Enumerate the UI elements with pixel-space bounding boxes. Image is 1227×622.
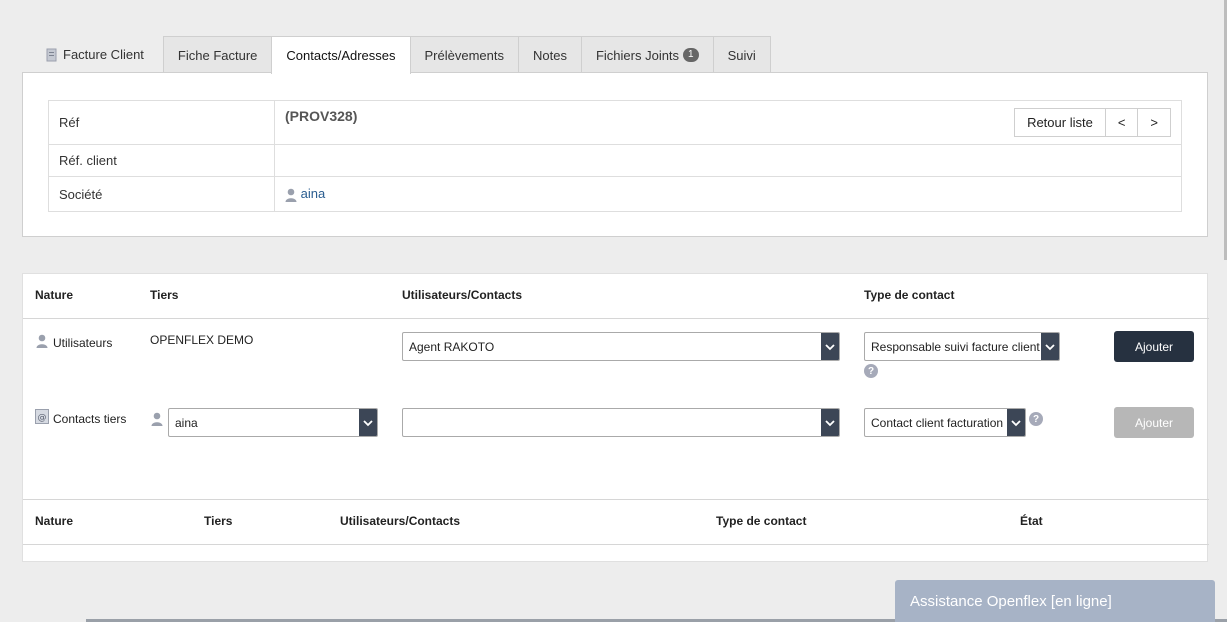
tab-bar: Facture Client Fiche Facture Contacts/Ad… [22,36,771,74]
tab-main-title: Facture Client [63,47,144,62]
nature-contacts-label: Contacts tiers [53,412,127,426]
chevron-down-icon [1007,409,1025,436]
table-row: Réf. client [48,144,1182,177]
ref-cell: (PROV328) Retour liste < > [274,100,1182,145]
header-tiers: Tiers [150,288,179,302]
header-nature: Nature [35,288,74,302]
chevron-down-icon [821,333,839,360]
help-icon[interactable]: ? [864,364,878,378]
tiers-select-value: aina [175,415,198,430]
invoice-icon [46,48,57,61]
header-contact-type: Type de contact [864,288,955,302]
next-button[interactable]: > [1137,108,1171,137]
chevron-down-icon [359,409,377,436]
previous-button[interactable]: < [1104,108,1139,137]
chevron-down-icon [821,409,839,436]
back-to-list-button[interactable]: Retour liste [1014,108,1106,137]
societe-label: Société [48,176,275,212]
help-icon[interactable]: ? [1029,412,1043,426]
table-row: Réf (PROV328) Retour liste < > [48,100,1182,145]
list-header-users-contacts: Utilisateurs/Contacts [340,514,461,528]
tab-label: Contacts/Adresses [286,48,396,63]
tab-label: Notes [533,47,567,63]
user-contact-type-select[interactable]: Responsable suivi facture client [864,332,1060,361]
user-icon [36,334,48,348]
contacts-card: Nature Tiers Utilisateurs/Contacts Type … [22,273,1209,562]
contact-card-icon: @ [35,409,49,424]
tab-fiche-facture[interactable]: Fiche Facture [162,36,273,73]
tab-main-label: Facture Client [22,36,164,73]
files-count-badge: 1 [683,48,699,62]
header-users-contacts: Utilisateurs/Contacts [402,288,523,302]
societe-cell: aina [274,176,1182,212]
ref-value: (PROV328) [285,108,358,124]
table-row: Société aina [48,176,1182,212]
tab-label: Fichiers Joints [595,47,680,63]
tab-suivi[interactable]: Suivi [712,36,771,73]
tab-contacts-adresses[interactable]: Contacts/Adresses [271,36,411,74]
user-select[interactable]: Agent RAKOTO [402,332,840,361]
list-header-etat: État [1020,514,1043,528]
invoice-info-table: Réf (PROV328) Retour liste < > Réf. clie… [48,100,1182,212]
ref-client-label: Réf. client [48,144,275,177]
list-header-tiers: Tiers [204,514,233,528]
societe-link[interactable]: aina [301,186,326,201]
tab-notes[interactable]: Notes [518,36,582,73]
contact-type-select[interactable]: Contact client facturation [864,408,1026,437]
person-icon [151,412,163,426]
tiers-select[interactable]: aina [168,408,378,437]
divider [23,544,1209,545]
tab-prelevements[interactable]: Prélèvements [409,36,519,73]
nature-users-label: Utilisateurs [53,336,113,350]
person-icon [285,188,297,202]
chevron-down-icon [1041,333,1059,360]
invoice-info-card: Réf (PROV328) Retour liste < > Réf. clie… [22,72,1208,237]
tab-label: Fiche Facture [177,47,258,63]
contact-select[interactable] [402,408,840,437]
contact-type-value: Contact client facturation [871,415,1004,430]
ref-client-value [274,144,1182,177]
divider [23,318,1209,319]
divider [23,499,1209,500]
nav-button-group: Retour liste < > [1014,108,1171,137]
list-header-nature: Nature [35,514,74,528]
tab-fichiers-joints[interactable]: Fichiers Joints 1 [580,36,714,73]
list-header-contact-type: Type de contact [716,514,807,528]
user-select-value: Agent RAKOTO [409,339,495,354]
ref-label: Réf [48,100,275,145]
tab-label: Prélèvements [424,47,504,63]
assistance-chat-button[interactable]: Assistance Openflex [en ligne] [895,580,1215,622]
tab-label: Suivi [727,47,756,63]
svg-text:@: @ [38,413,47,423]
add-user-button[interactable]: Ajouter [1114,331,1194,362]
user-contact-type-value: Responsable suivi facture client [871,339,1040,354]
add-contact-button[interactable]: Ajouter [1114,407,1194,438]
tiers-company-name: OPENFLEX DEMO [150,333,254,347]
